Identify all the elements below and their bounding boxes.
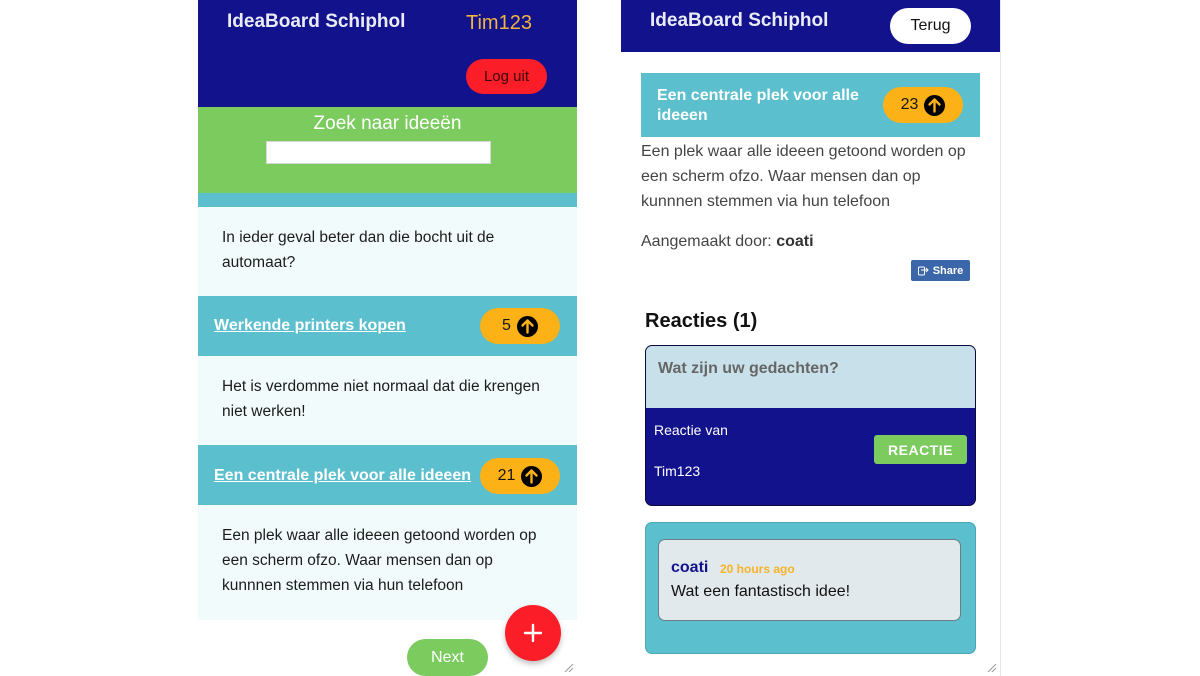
share-icon <box>917 266 929 275</box>
reply-of-label: Reactie van <box>654 422 728 438</box>
logout-button[interactable]: Log uit <box>466 59 547 94</box>
vote-count: 21 <box>497 467 516 484</box>
comment-timestamp: 20 hours ago <box>720 562 795 576</box>
created-by-label: Aangemaakt door: <box>641 233 772 250</box>
app-header: IdeaBoard Schiphol Terug <box>621 0 1000 52</box>
idea-description-text: Een plek waar alle ideeen getoond worden… <box>222 527 537 594</box>
comment-author: coati <box>671 559 709 576</box>
vote-count: 5 <box>502 317 511 334</box>
app-header: IdeaBoard Schiphol Tim123 Log uit <box>198 0 577 107</box>
idea-title: Een centrale plek voor alle ideeen <box>657 87 859 124</box>
created-by-user: coati <box>776 233 814 250</box>
idea-description-text: In ieder geval beter dan die bocht uit d… <box>222 229 495 271</box>
upvote-button[interactable]: 5 <box>480 308 560 344</box>
comment-form: Wat zijn uw gedachten? Reactie van Tim12… <box>645 345 976 506</box>
next-page-button[interactable]: Next <box>407 639 488 676</box>
search-label: Zoek naar ideeën <box>313 113 462 134</box>
share-label: Share <box>932 264 964 277</box>
vote-count: 23 <box>900 96 919 113</box>
search-section: Zoek naar ideeën <box>198 107 577 193</box>
reply-username: Tim123 <box>654 463 701 479</box>
idea-title-link[interactable]: Werkende printers kopen <box>214 317 406 335</box>
resize-grip-icon[interactable] <box>562 661 574 673</box>
idea-card-header: Een centrale plek voor alle ideeen 21 <box>198 445 577 505</box>
app-title: IdeaBoard Schiphol <box>227 11 406 32</box>
upvote-button[interactable]: 21 <box>480 458 560 494</box>
username-label: Tim123 <box>466 12 532 34</box>
comment-list: coati 20 hours ago Wat een fantastisch i… <box>645 522 976 654</box>
idea-description-text: Het is verdomme niet normaal dat die kre… <box>222 378 540 420</box>
add-idea-button[interactable] <box>505 605 561 661</box>
idea-card-header: Werkende printers kopen 5 <box>198 296 577 356</box>
idea-title-link[interactable]: Een centrale plek voor alle ideeen <box>214 467 471 485</box>
idea-description: Een plek waar alle ideeen getoond worden… <box>198 505 577 620</box>
idea-description: Het is verdomme niet normaal dat die kre… <box>198 356 577 445</box>
idea-description: In ieder geval beter dan die bocht uit d… <box>198 207 577 296</box>
app-title: IdeaBoard Schiphol <box>650 10 829 31</box>
comment-input[interactable]: Wat zijn uw gedachten? <box>646 346 975 408</box>
search-input[interactable] <box>266 141 491 164</box>
card-header-strip <box>198 193 577 207</box>
idea-description: Een plek waar alle ideeen getoond worden… <box>641 143 966 210</box>
idea-list-screen: IdeaBoard Schiphol Tim123 Log uit Zoek n… <box>198 0 577 676</box>
share-button[interactable]: Share <box>911 260 970 281</box>
resize-grip-icon[interactable] <box>985 661 997 673</box>
idea-detail-screen: IdeaBoard Schiphol Terug Een centrale pl… <box>621 0 1001 676</box>
arrow-up-icon <box>521 465 543 487</box>
submit-reaction-button[interactable]: REACTIE <box>874 435 967 464</box>
comment-item: coati 20 hours ago Wat een fantastisch i… <box>658 539 961 621</box>
upvote-button[interactable]: 23 <box>883 87 963 123</box>
created-by: Aangemaakt door: coati <box>641 233 814 251</box>
plus-icon <box>523 623 543 643</box>
comment-text: Wat een fantastisch idee! <box>671 583 851 600</box>
back-button[interactable]: Terug <box>890 8 971 44</box>
arrow-up-icon <box>924 94 946 116</box>
reactions-heading: Reacties (1) <box>645 310 758 332</box>
arrow-up-icon <box>516 315 538 337</box>
idea-header: Een centrale plek voor alle ideeen 23 <box>641 73 980 137</box>
